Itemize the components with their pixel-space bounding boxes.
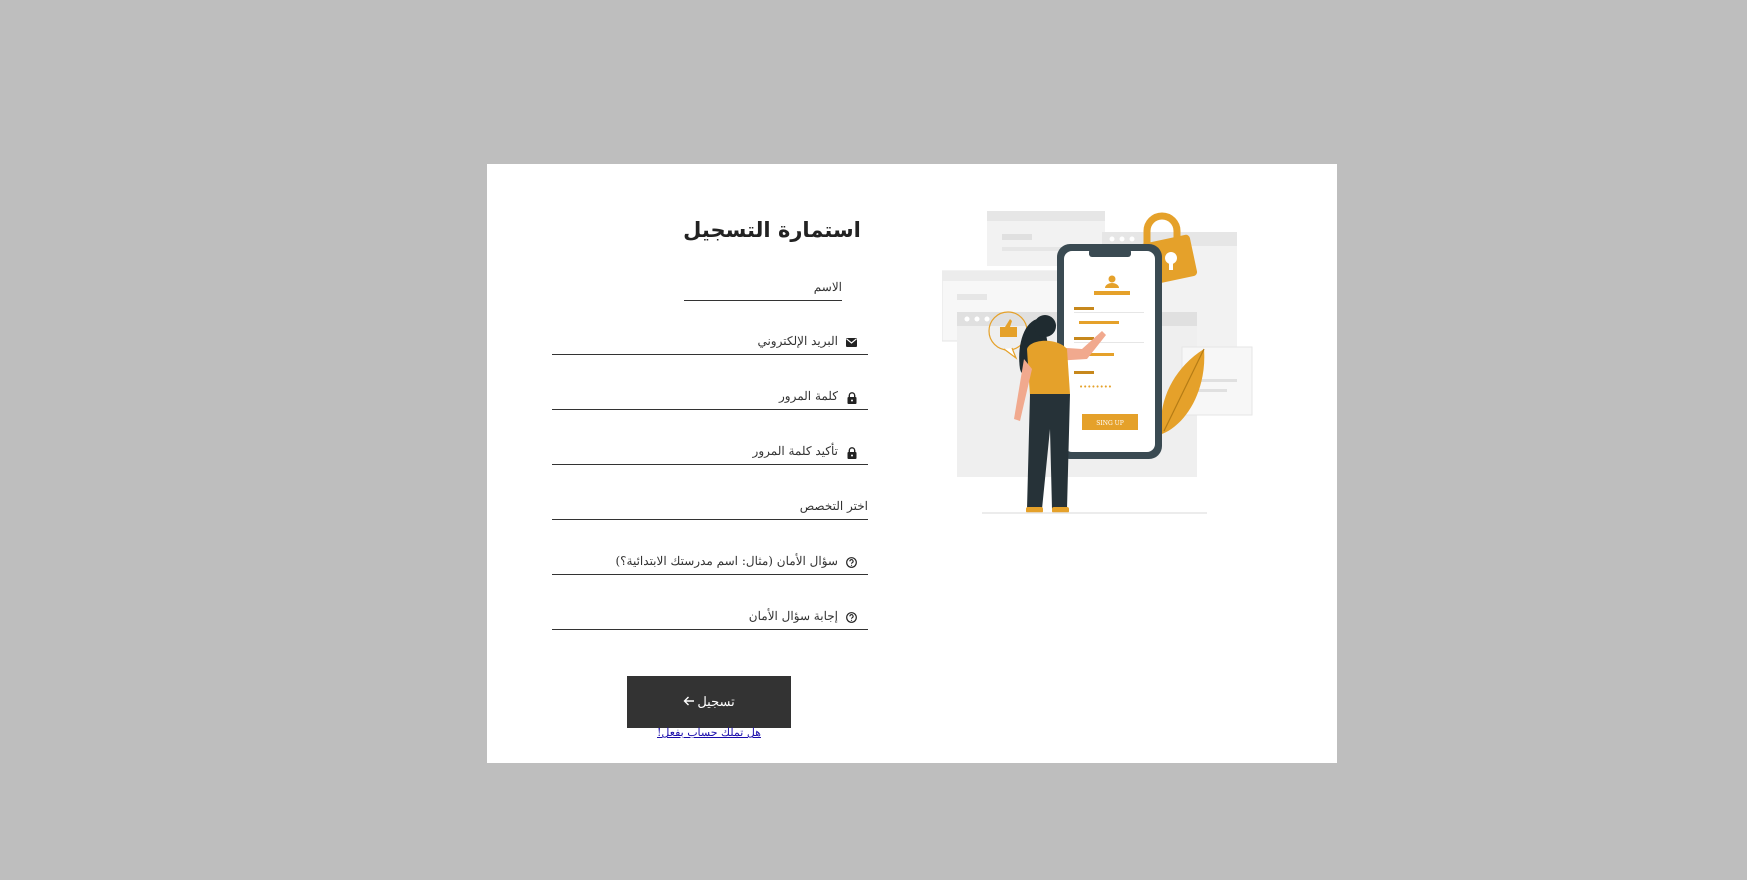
specialization-select[interactable]: اختر التخصص [552, 479, 868, 520]
question-circle-icon [845, 611, 858, 624]
lock-icon [845, 446, 858, 459]
password-field[interactable]: كلمة المرور [552, 369, 868, 410]
register-button[interactable]: تسجيل [627, 676, 791, 728]
signup-illustration: •••••••• SING UP [942, 211, 1253, 514]
login-link[interactable]: هل تملك حساب بفعل! [627, 726, 791, 739]
password-label: كلمة المرور [778, 389, 838, 403]
register-button-label: تسجيل [697, 694, 735, 710]
security-answer-label: إجابة سؤال الأمان [748, 609, 838, 623]
arrow-left-icon [683, 695, 695, 710]
question-circle-icon [845, 556, 858, 569]
email-field[interactable]: البريد الإلكتروني [552, 314, 868, 355]
form-title: استمارة التسجيل [683, 218, 861, 242]
name-label: الاسم [813, 280, 842, 294]
phone-signup-button-text: SING UP [1096, 420, 1124, 427]
security-question-label: سؤال الأمان (مثال: اسم مدرستك الابتدائية… [615, 554, 838, 568]
email-label: البريد الإلكتروني [757, 334, 838, 348]
lock-icon [845, 391, 858, 404]
confirm-password-label: تأكيد كلمة المرور [752, 444, 838, 458]
specialization-label: اختر التخصص [799, 499, 868, 513]
password-dots: •••••••• [1079, 383, 1112, 391]
name-field[interactable]: الاسم [684, 260, 842, 301]
security-answer-field[interactable]: إجابة سؤال الأمان [552, 589, 868, 630]
registration-card: استمارة التسجيل الاسم البريد الإلكتروني … [487, 164, 1337, 763]
confirm-password-field[interactable]: تأكيد كلمة المرور [552, 424, 868, 465]
security-question-field[interactable]: سؤال الأمان (مثال: اسم مدرستك الابتدائية… [552, 534, 868, 575]
envelope-icon [845, 336, 858, 349]
